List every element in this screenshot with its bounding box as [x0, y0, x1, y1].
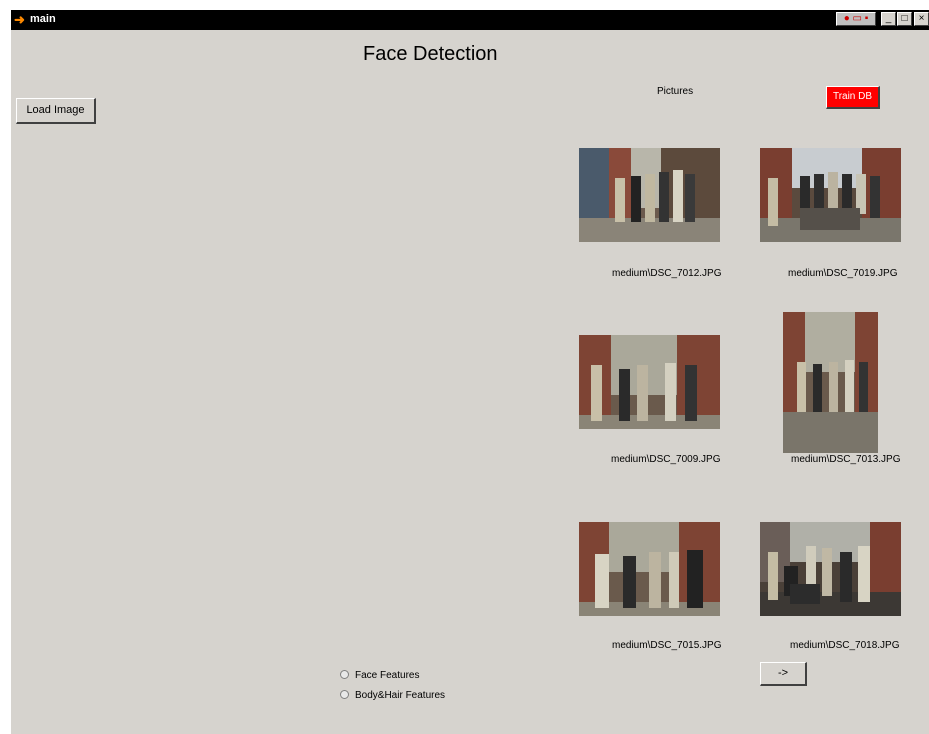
group-photo-icon: [760, 522, 901, 616]
window-title: main: [30, 13, 56, 25]
group-photo-icon: [783, 312, 878, 453]
radio-button-icon[interactable]: [340, 670, 349, 679]
group-photo-icon: [579, 522, 720, 616]
close-icon[interactable]: ×: [914, 12, 929, 26]
thumbnail-image-4[interactable]: [783, 312, 878, 453]
minimize-icon[interactable]: _: [881, 12, 896, 26]
thumbnail-image-5[interactable]: [579, 522, 720, 616]
thumbnail-image-2[interactable]: [760, 148, 901, 242]
toolbar-icons[interactable]: ● ▭ ▪: [836, 12, 876, 26]
matlab-logo-icon: ➜: [14, 12, 25, 27]
body-hair-features-option[interactable]: Body&Hair Features: [340, 690, 445, 701]
next-page-button[interactable]: ->: [760, 662, 807, 686]
thumbnail-caption-4: medium\DSC_7013.JPG: [791, 454, 901, 465]
thumbnail-image-1[interactable]: [579, 148, 720, 242]
page-title: Face Detection: [363, 43, 498, 65]
thumbnail-image-3[interactable]: [579, 335, 720, 429]
face-features-option[interactable]: Face Features: [340, 670, 419, 681]
thumbnail-caption-1: medium\DSC_7012.JPG: [612, 268, 722, 279]
thumbnail-caption-2: medium\DSC_7019.JPG: [788, 268, 898, 279]
group-photo-icon: [760, 148, 901, 242]
title-bar[interactable]: ➜ main ● ▭ ▪ _ □ ×: [11, 10, 929, 30]
thumbnail-image-6[interactable]: [760, 522, 901, 616]
thumbnail-caption-5: medium\DSC_7015.JPG: [612, 640, 722, 651]
train-db-button[interactable]: Train DB: [826, 86, 880, 109]
radio-button-icon[interactable]: [340, 690, 349, 699]
group-photo-icon: [579, 148, 720, 242]
maximize-icon[interactable]: □: [897, 12, 912, 26]
group-photo-icon: [579, 335, 720, 429]
load-image-button[interactable]: Load Image: [16, 98, 96, 124]
thumbnail-caption-6: medium\DSC_7018.JPG: [790, 640, 900, 651]
face-features-label: Face Features: [355, 670, 420, 681]
pictures-label: Pictures: [657, 86, 694, 97]
thumbnail-caption-3: medium\DSC_7009.JPG: [611, 454, 721, 465]
body-hair-features-label: Body&Hair Features: [355, 690, 446, 701]
main-window: ➜ main ● ▭ ▪ _ □ × Face Detection Load I…: [11, 10, 929, 734]
